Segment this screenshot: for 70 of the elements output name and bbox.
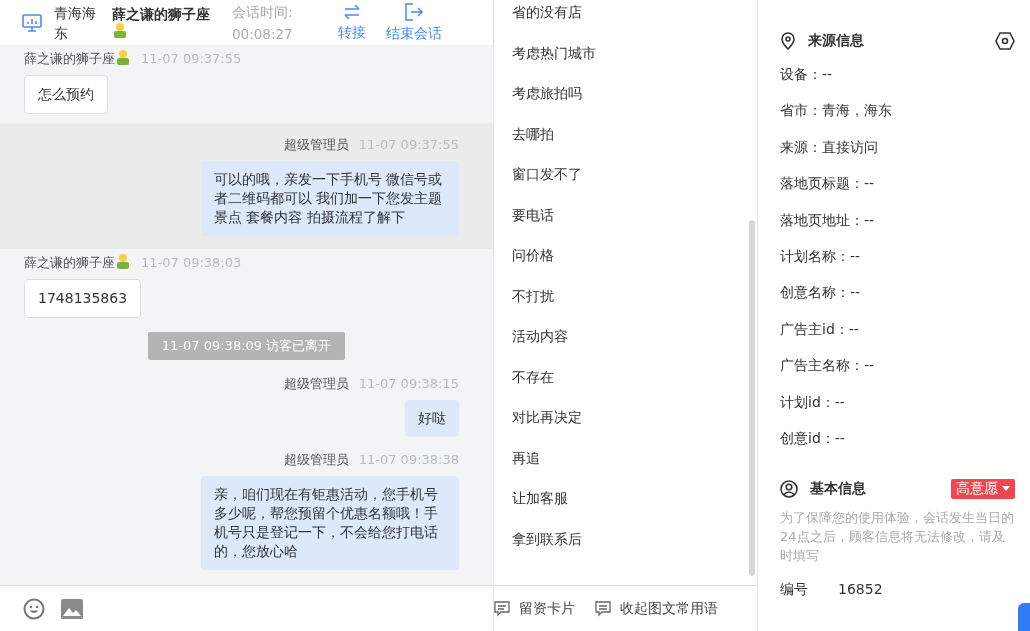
card-icon <box>494 600 510 617</box>
caret-icon <box>1002 486 1010 492</box>
source-field: 设备：-- <box>780 64 1015 84</box>
message-time: 11-07 09:38:38 <box>358 451 459 469</box>
intent-dropdown[interactable]: 高意愿 <box>951 478 1015 499</box>
quick-reply-item[interactable]: 不存在 <box>494 366 757 407</box>
field-value: 16852 <box>838 580 883 599</box>
source-field: 创意id：-- <box>780 427 1015 448</box>
quick-reply-item[interactable]: 不打扰 <box>494 285 757 326</box>
transfer-button[interactable]: 转接 <box>338 3 366 42</box>
field-label: 编号 <box>780 580 808 599</box>
end-session-button[interactable]: 结束会话 <box>386 2 442 43</box>
source-field: 落地页地址：-- <box>780 209 1015 230</box>
emoji-icon <box>115 253 131 269</box>
lead-card-button[interactable]: 留资卡片 <box>494 599 575 618</box>
message-bubble: 可以的哦，亲发一下手机号 微信号或者二维码都可以 我们加一下您发主题景点 套餐内容 拍摄流程了解下 <box>201 161 459 236</box>
monitor-icon <box>22 13 42 32</box>
settings-icon[interactable] <box>995 32 1015 50</box>
collapse-phrases-button[interactable]: 收起图文常用语 <box>595 599 718 618</box>
exit-icon <box>404 2 424 21</box>
notice-text: 为了保障您的使用体验，会话发生当日的24点之后，顾客信息将无法修改，请及时填写 <box>780 508 1015 565</box>
message-icon <box>595 600 611 617</box>
source-field: 广告主名称：-- <box>780 355 1015 376</box>
source-field: 计划id：-- <box>780 391 1015 412</box>
message-bubble: 亲，咱们现在有钜惠活动，您手机号多少呢，帮您预留个优惠名额哦！手机号只是登记一下，不会给您打电话的，您放心哈 <box>201 476 459 570</box>
visitor-location: 青海海东 <box>54 3 97 43</box>
user-icon <box>780 479 798 498</box>
quick-reply-item[interactable]: 拿到联系后 <box>494 528 757 569</box>
source-field: 来源：直接访问 <box>780 136 1015 157</box>
source-field: 广告主id：-- <box>780 318 1015 339</box>
message-time: 11-07 09:38:15 <box>358 375 459 393</box>
emoji-icon <box>112 22 128 38</box>
source-field: 计划名称：-- <box>780 245 1015 266</box>
scrollbar[interactable] <box>749 220 755 576</box>
quick-reply-item[interactable]: 考虑旅拍吗 <box>494 83 757 124</box>
quick-reply-item[interactable]: 活动内容 <box>494 326 757 367</box>
quick-reply-item[interactable]: 对比再决定 <box>494 407 757 448</box>
system-notice: 11-07 09:38:09 访客已离开 <box>147 332 346 360</box>
emoji-icon <box>115 49 131 65</box>
sender-name: 超级管理员 <box>283 375 349 393</box>
session-time-label: 会话时间: <box>232 2 294 22</box>
message-bubble: 怎么预约 <box>24 75 108 114</box>
quick-reply-item[interactable]: 窗口发不了 <box>494 164 757 205</box>
location-pin-icon <box>780 32 796 50</box>
message-time: 11-07 09:37:55 <box>141 50 242 68</box>
source-field: 省市：青海，海东 <box>780 100 1015 121</box>
quick-reply-item[interactable]: 问价格 <box>494 245 757 286</box>
source-field: 创意名称：-- <box>780 282 1015 303</box>
swap-arrows-icon <box>342 3 362 20</box>
sender-name: 薛之谦的狮子座 <box>24 49 131 69</box>
image-icon[interactable] <box>61 598 83 619</box>
section-title: 来源信息 <box>808 32 864 50</box>
message-bubble: 好哒 <box>405 400 459 437</box>
sender-name: 超级管理员 <box>283 136 349 154</box>
sender-name: 薛之谦的狮子座 <box>24 253 131 273</box>
source-field: 落地页标题：-- <box>780 173 1015 194</box>
quick-reply-item[interactable]: 省的没有店 <box>494 2 757 43</box>
session-time: 00:08:27 <box>232 24 294 44</box>
message-bubble: 1748135863 <box>24 279 142 318</box>
quick-reply-item[interactable]: 去哪拍 <box>494 123 757 164</box>
sender-name: 超级管理员 <box>283 451 349 469</box>
quick-reply-item[interactable]: 考虑热门城市 <box>494 42 757 83</box>
quick-reply-item[interactable]: 再追 <box>494 447 757 488</box>
quick-reply-item[interactable]: 要电话 <box>494 204 757 245</box>
emoji-button-icon[interactable] <box>23 597 45 620</box>
quick-reply-item[interactable]: 让加客服 <box>494 488 757 529</box>
visitor-name: 薛之谦的狮子座 <box>112 6 220 39</box>
floating-button[interactable] <box>1018 603 1030 631</box>
message-time: 11-07 09:38:03 <box>141 254 242 272</box>
section-title: 基本信息 <box>810 479 866 498</box>
